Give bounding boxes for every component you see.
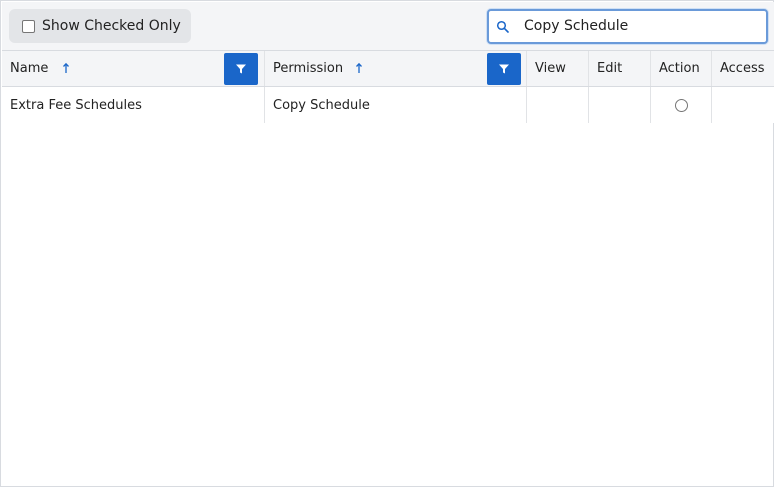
column-header-action[interactable]: Action (651, 51, 712, 86)
cell-access (712, 87, 774, 123)
show-checked-only-checkbox[interactable] (22, 19, 35, 33)
column-header-access-label: Access (720, 61, 765, 76)
cell-view (527, 87, 589, 123)
permissions-panel: Show Checked Only Copy Schedule Name Per… (0, 0, 774, 487)
table-row[interactable]: Extra Fee Schedules Copy Schedule (2, 87, 774, 123)
column-header-name[interactable]: Name (2, 51, 265, 86)
sort-ascending-icon[interactable] (355, 62, 363, 74)
filter-icon (499, 64, 509, 74)
column-header-name-label: Name (10, 61, 49, 76)
column-header-access[interactable]: Access (712, 51, 774, 86)
toolbar: Show Checked Only Copy Schedule (2, 2, 774, 50)
permissions-table: Name Permission View Edit Action Access … (2, 50, 774, 123)
cell-action (651, 87, 712, 123)
table-header-row: Name Permission View Edit Action Access (2, 51, 774, 87)
filter-icon (236, 64, 246, 74)
show-checked-only-label: Show Checked Only (42, 18, 181, 34)
column-header-permission[interactable]: Permission (265, 51, 527, 86)
cell-name: Extra Fee Schedules (2, 87, 265, 123)
permission-filter-button[interactable] (487, 53, 521, 85)
cell-edit (589, 87, 651, 123)
search-icon (496, 20, 509, 33)
search-value: Copy Schedule (524, 18, 629, 34)
column-header-edit[interactable]: Edit (589, 51, 651, 86)
column-header-action-label: Action (659, 61, 700, 76)
action-radio[interactable] (674, 98, 688, 112)
search-input[interactable]: Copy Schedule (487, 9, 768, 44)
column-header-view[interactable]: View (527, 51, 589, 86)
column-header-permission-label: Permission (273, 61, 344, 76)
show-checked-only-toggle[interactable]: Show Checked Only (9, 9, 191, 43)
sort-ascending-icon[interactable] (62, 62, 70, 74)
column-header-edit-label: Edit (597, 61, 623, 76)
column-header-view-label: View (535, 61, 566, 76)
cell-permission: Copy Schedule (265, 87, 527, 123)
name-filter-button[interactable] (224, 53, 258, 85)
